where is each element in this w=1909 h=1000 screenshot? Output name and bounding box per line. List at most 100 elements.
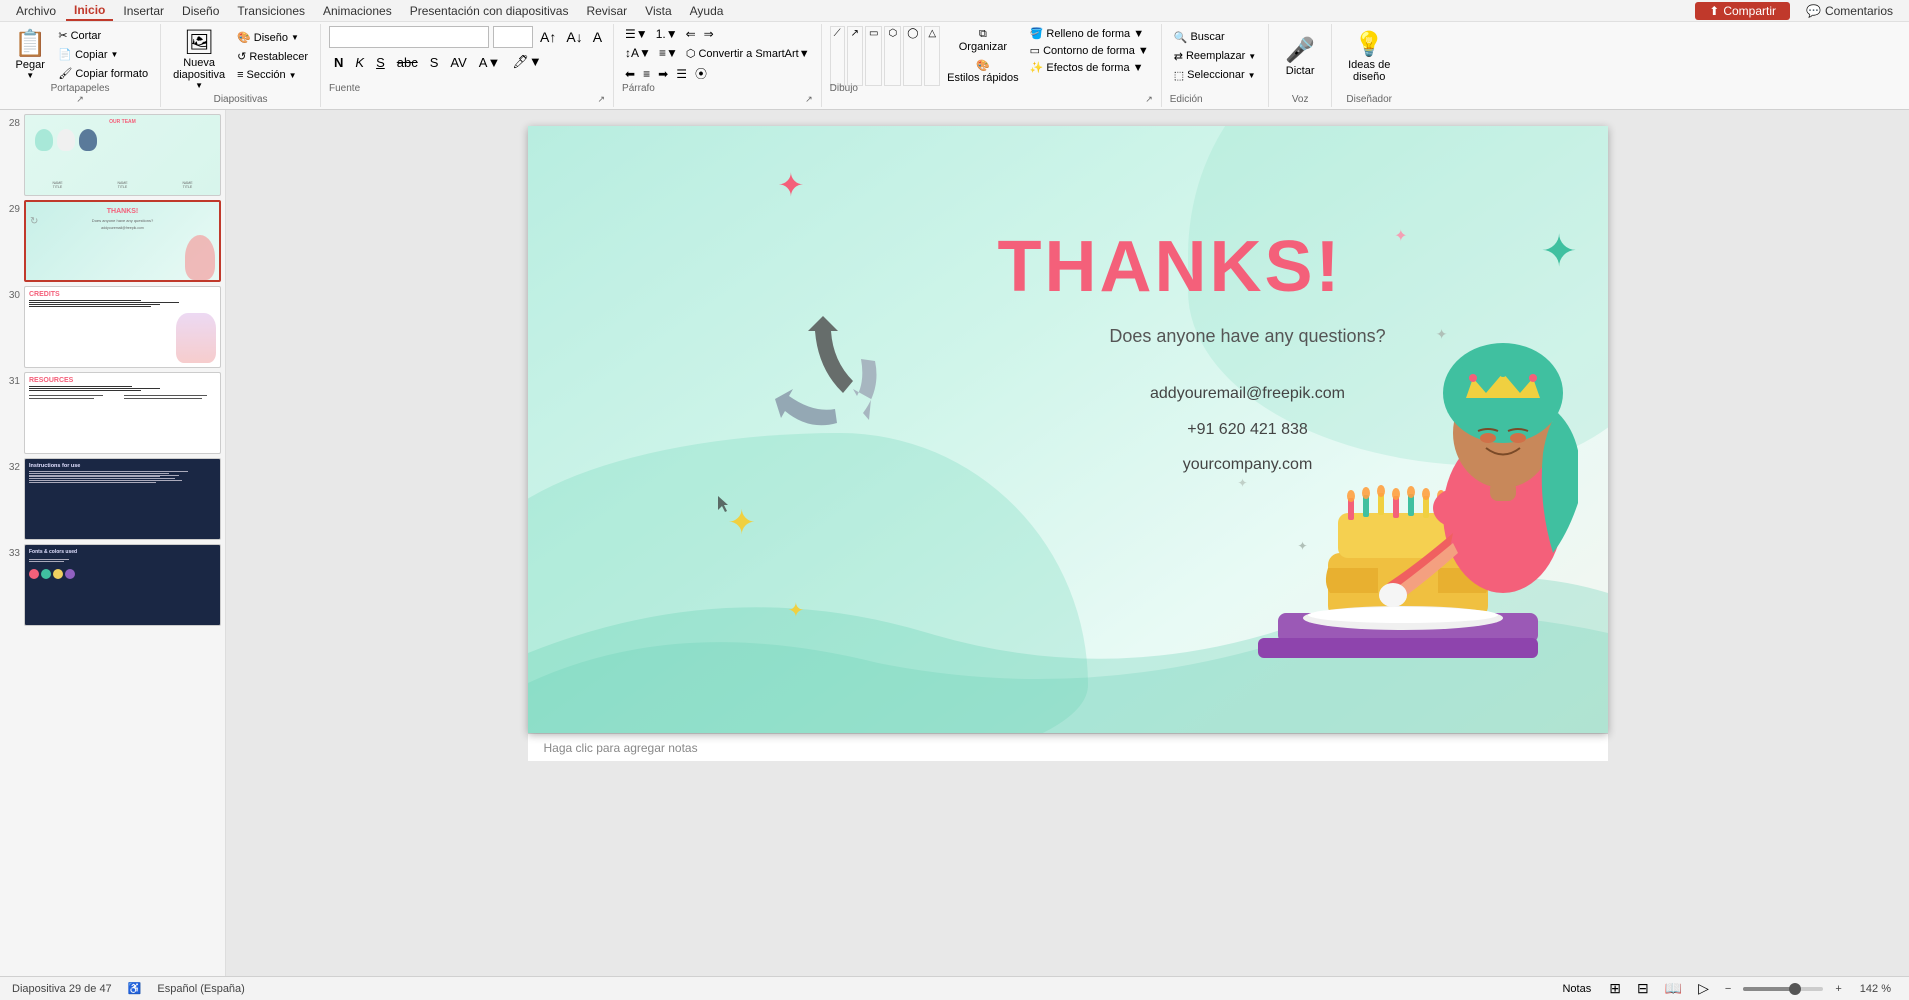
slide-thumb-32[interactable]: 32 Instructions for use: [4, 458, 221, 540]
align-text-button[interactable]: ≡▼: [656, 45, 681, 61]
slide-thumb-29[interactable]: 29 THANKS! Does anyone have any question…: [4, 200, 221, 282]
zoom-level[interactable]: 142 %: [1854, 981, 1897, 997]
font-name-input[interactable]: [329, 26, 489, 48]
bold-button[interactable]: N: [329, 53, 348, 72]
comments-button[interactable]: 💬 Comentarios: [1798, 2, 1901, 20]
zoom-plus[interactable]: +: [1831, 981, 1845, 997]
highlight-button[interactable]: 🖊▼: [507, 52, 546, 72]
new-slide-dropdown[interactable]: ▼: [195, 81, 203, 90]
shape-more[interactable]: ⬡: [884, 26, 901, 86]
dictate-button[interactable]: 🎤 Dictar: [1277, 26, 1323, 86]
normal-view-button[interactable]: ⊞: [1605, 978, 1625, 999]
arrange-button[interactable]: ⧉ Organizar: [943, 26, 1023, 55]
replace-icon: ⇄: [1174, 50, 1183, 63]
bullet-list-button[interactable]: ☰▼: [622, 26, 651, 42]
justify-button[interactable]: ☰: [673, 66, 690, 82]
shape-rect[interactable]: ▭: [865, 26, 882, 86]
decrease-indent-button[interactable]: ⇐: [683, 26, 699, 42]
shadow-button[interactable]: S: [425, 53, 444, 72]
menu-insertar[interactable]: Insertar: [115, 2, 172, 20]
zoom-slider[interactable]: [1743, 987, 1823, 991]
search-button[interactable]: 🔍 Buscar: [1170, 29, 1260, 46]
select-button[interactable]: ⬚ Seleccionar ▼: [1170, 67, 1260, 84]
star-pink-right: ✦: [1394, 226, 1407, 246]
dibujo-expand[interactable]: ↗: [1145, 94, 1153, 105]
replace-button[interactable]: ⇄ Reemplazar ▼: [1170, 48, 1260, 65]
slideshow-button[interactable]: ▷: [1694, 978, 1713, 999]
align-center-button[interactable]: ≡: [640, 66, 653, 82]
shape-circle[interactable]: ◯: [903, 26, 922, 86]
parrafo-expand[interactable]: ↗: [805, 94, 813, 105]
strikethrough-button[interactable]: abc: [392, 53, 423, 72]
menu-revisar[interactable]: Revisar: [578, 2, 635, 20]
share-button[interactable]: ⬆ Compartir: [1695, 2, 1790, 20]
increase-font-button[interactable]: A↑: [537, 29, 559, 45]
columns-button[interactable]: ⦿: [692, 64, 710, 83]
menu-inicio[interactable]: Inicio: [66, 1, 113, 21]
quick-styles-button[interactable]: 🎨 Estilos rápidos: [943, 57, 1023, 86]
paste-dropdown[interactable]: ▼: [26, 71, 34, 80]
reading-view-button[interactable]: 📖: [1661, 978, 1686, 999]
outline-button[interactable]: ▭ Contorno de forma ▼: [1026, 43, 1153, 58]
convert-smartart-button[interactable]: ⬡ Convertir a SmartArt▼: [683, 46, 813, 61]
notes-bar[interactable]: Haga clic para agregar notas: [528, 733, 1608, 761]
fontcolor-button[interactable]: A▼: [474, 53, 506, 72]
section-button[interactable]: ≡ Sección ▼: [233, 67, 312, 83]
menu-archivo[interactable]: Archivo: [8, 2, 64, 20]
align-right-button[interactable]: ➡: [655, 66, 671, 82]
numbered-list-button[interactable]: 1.▼: [653, 26, 681, 42]
slide-thumb-30[interactable]: 30 CREDITS: [4, 286, 221, 368]
effects-button[interactable]: ✨ Efectos de forma ▼: [1026, 60, 1153, 75]
slide-status: Diapositiva 29 de 47: [12, 983, 112, 995]
font-size-input[interactable]: 14: [493, 26, 533, 48]
menu-animaciones[interactable]: Animaciones: [315, 2, 400, 20]
align-left-button[interactable]: ⬅: [622, 66, 638, 82]
thanks-title[interactable]: THANKS!: [998, 226, 1343, 308]
slide-sorter-button[interactable]: ⊟: [1633, 978, 1653, 999]
underline-button[interactable]: S: [371, 53, 390, 72]
slide-thumb-28[interactable]: 28 OUR TEAM NAMETITLE NAMETITLE NAMETITL…: [4, 114, 221, 196]
format-copy-button[interactable]: 🖌 Copiar formato: [54, 65, 152, 82]
ribbon-group-edicion: 🔍 Buscar ⇄ Reemplazar ▼ ⬚ Seleccionar ▼ …: [1162, 24, 1269, 107]
fuente-expand[interactable]: ↗: [598, 94, 606, 105]
slide-thumb-31[interactable]: 31 RESOURCES: [4, 372, 221, 454]
menu-transiciones[interactable]: Transiciones: [229, 2, 313, 20]
shape-arrow[interactable]: ↗: [847, 26, 863, 86]
clear-format-button[interactable]: A: [590, 29, 605, 45]
language-status[interactable]: Español (España): [157, 983, 244, 995]
copy-button[interactable]: 📄 Copiar ▼: [54, 46, 152, 63]
menu-presentacion[interactable]: Presentación con diapositivas: [402, 2, 577, 20]
charspacing-button[interactable]: AV: [445, 53, 471, 72]
increase-indent-button[interactable]: ⇒: [701, 26, 717, 42]
reset-button[interactable]: ↺ Restablecer: [233, 48, 312, 65]
comments-icon: 💬: [1806, 4, 1821, 18]
notes-toggle[interactable]: Notas: [1556, 981, 1597, 997]
menu-ayuda[interactable]: Ayuda: [682, 2, 732, 20]
character-illustration: [1218, 313, 1578, 733]
fill-button[interactable]: 🪣 Relleno de forma ▼: [1026, 26, 1153, 41]
slide-canvas[interactable]: ✦ ✦ ✦ ✦ ✦ ✦ ✦ ✦ ✦ ✦: [528, 126, 1608, 733]
menu-diseno[interactable]: Diseño: [174, 2, 227, 20]
copy-dropdown[interactable]: ▼: [110, 50, 118, 59]
shape-tri[interactable]: △: [924, 26, 940, 86]
portapapeles-expand[interactable]: ↗: [76, 94, 84, 105]
share-icon: ⬆: [1709, 4, 1719, 18]
portapapeles-label: Portapapeles: [51, 83, 110, 94]
design-button[interactable]: 🎨 Diseño ▼: [233, 29, 312, 46]
slide-thumb-33[interactable]: 33 Fonts & colors used: [4, 544, 221, 626]
zoom-minus[interactable]: −: [1721, 981, 1735, 997]
new-slide-button[interactable]: 🖼 Nueva diapositiva ▼: [169, 26, 229, 92]
italic-button[interactable]: K: [350, 53, 369, 72]
star-yellow: ✦: [728, 503, 757, 543]
accessibility-icon[interactable]: ♿: [128, 982, 142, 995]
thumb-resources-label: RESOURCES: [29, 377, 216, 384]
design-ideas-button[interactable]: 💡 Ideas de diseño: [1340, 26, 1398, 86]
shape-line[interactable]: ⟋: [830, 26, 845, 86]
menu-vista[interactable]: Vista: [637, 2, 679, 20]
styles-icon: 🎨: [976, 59, 990, 72]
cut-button[interactable]: ✂ Cortar: [54, 27, 152, 44]
ribbon-group-disenador: 💡 Ideas de diseño Diseñador: [1332, 24, 1406, 107]
decrease-font-button[interactable]: A↓: [563, 29, 585, 45]
paste-button[interactable]: 📋 Pegar ▼: [8, 26, 52, 82]
text-direction-button[interactable]: ↕A▼: [622, 45, 654, 61]
